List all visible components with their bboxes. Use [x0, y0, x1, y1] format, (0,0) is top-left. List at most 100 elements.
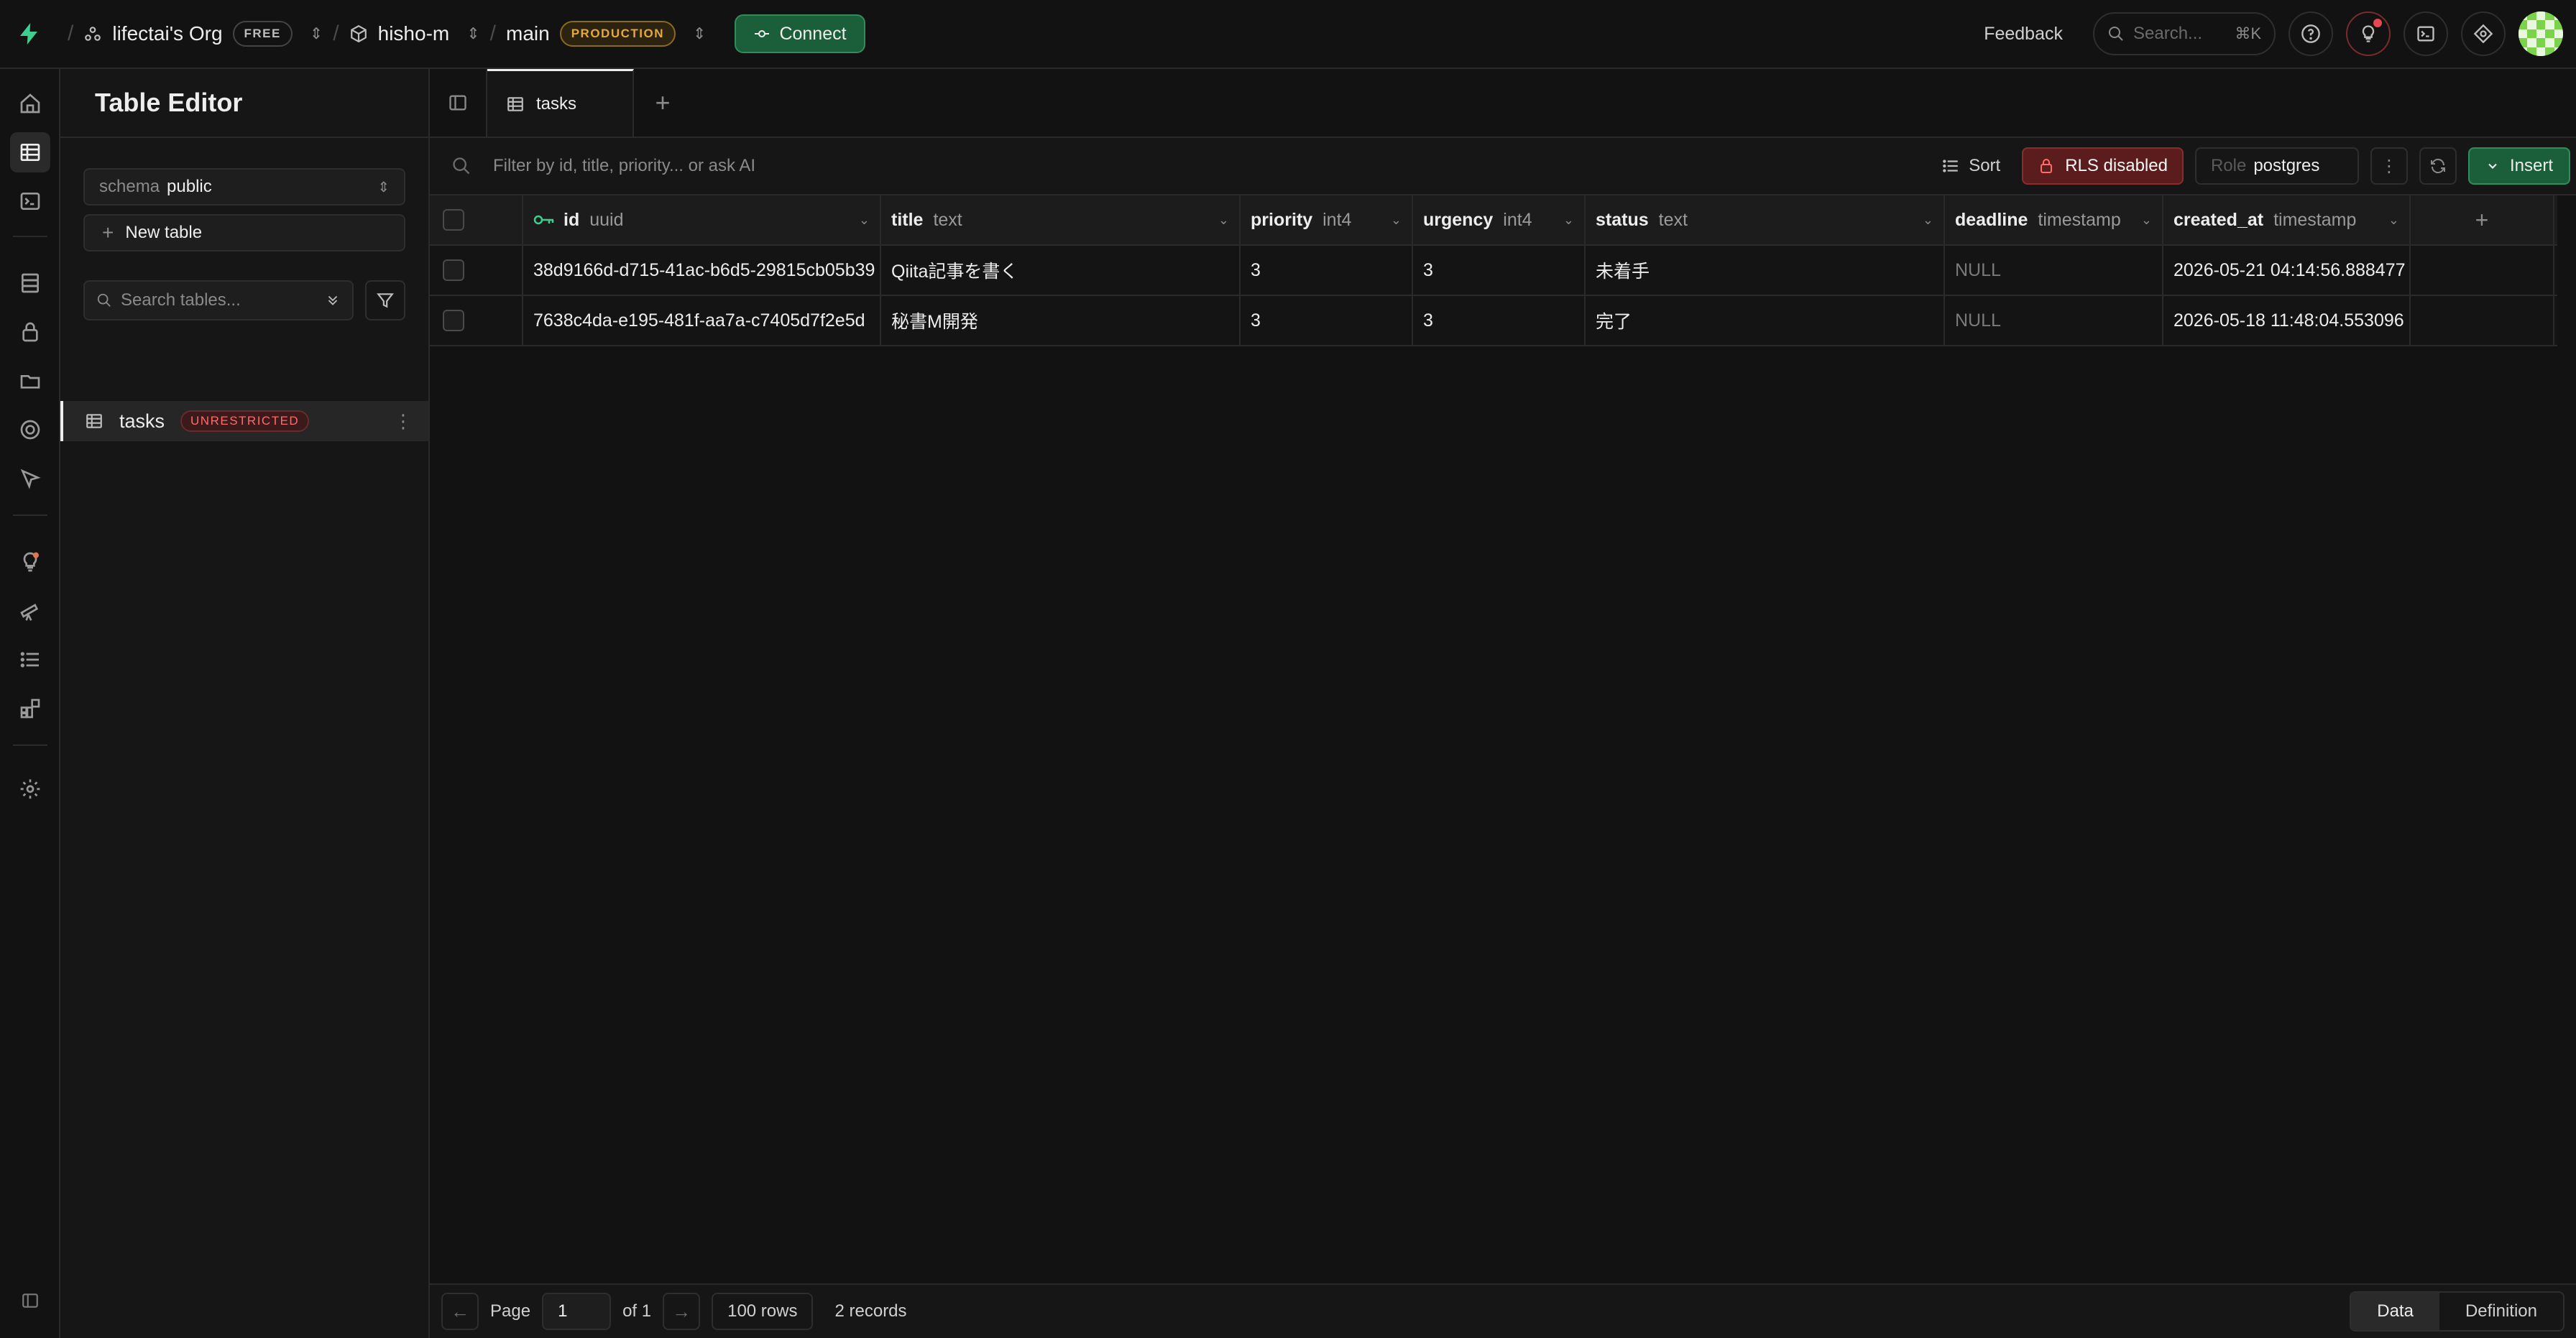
add-column-button[interactable]: +	[2411, 195, 2554, 244]
advisor-button[interactable]	[2346, 11, 2391, 56]
sidebar-item-tasks[interactable]: tasks UNRESTRICTED ⋮	[60, 401, 428, 441]
row-checkbox[interactable]	[443, 259, 464, 281]
avatar[interactable]	[2518, 11, 2563, 56]
chevrons-down-icon[interactable]	[325, 292, 341, 308]
assistant-button[interactable]	[2461, 11, 2506, 56]
filter-input[interactable]: Filter by id, title, priority... or ask …	[493, 156, 755, 176]
chevron-down-icon[interactable]: ⌄	[2388, 213, 2399, 228]
more-options-button[interactable]: ⋮	[2370, 147, 2408, 185]
new-table-button[interactable]: + New table	[83, 214, 405, 252]
row-checkbox[interactable]	[443, 310, 464, 331]
connect-button[interactable]: Connect	[735, 14, 865, 53]
cell-status[interactable]: 未着手	[1586, 246, 1945, 295]
observability-icon[interactable]	[10, 591, 50, 631]
sql-editor-icon[interactable]	[10, 181, 50, 221]
chevron-down-icon[interactable]: ⌄	[1218, 213, 1229, 228]
chevron-down-icon[interactable]: ⌄	[1563, 213, 1574, 228]
view-data-button[interactable]: Data	[2351, 1293, 2439, 1330]
role-label: Role	[2210, 156, 2247, 175]
breadcrumb-separator: /	[333, 22, 339, 45]
org-switcher[interactable]: lifectai's Org FREE ⇕	[83, 21, 323, 47]
insert-button[interactable]: Insert	[2467, 147, 2570, 185]
column-header-created-at[interactable]: created_at timestamp ⌄	[2163, 195, 2411, 244]
add-tab-button[interactable]: +	[634, 69, 691, 137]
global-search[interactable]: Search... ⌘K	[2093, 12, 2276, 55]
table-name: tasks	[119, 410, 165, 432]
help-button[interactable]	[2288, 11, 2333, 56]
plug-icon	[753, 25, 770, 42]
schema-selector[interactable]: schema public ⇕	[83, 168, 405, 206]
cell-status[interactable]: 完了	[1586, 296, 1945, 345]
select-all-checkbox[interactable]	[443, 209, 464, 231]
cell-deadline[interactable]: NULL	[1945, 296, 2163, 345]
search-tables-input[interactable]: Search tables...	[83, 280, 354, 320]
auth-lock-icon[interactable]	[10, 312, 50, 352]
cell-priority[interactable]: 3	[1241, 296, 1413, 345]
filter-button[interactable]	[365, 280, 405, 320]
feedback-button[interactable]: Feedback	[1984, 24, 2063, 45]
settings-gear-icon[interactable]	[10, 769, 50, 809]
table-icon	[85, 412, 104, 430]
chevron-down-icon[interactable]: ⌄	[859, 213, 870, 228]
column-header-urgency[interactable]: urgency int4 ⌄	[1413, 195, 1586, 244]
cell-title[interactable]: Qiita記事を書く	[881, 246, 1241, 295]
column-header-deadline[interactable]: deadline timestamp ⌄	[1945, 195, 2163, 244]
branch-switcher[interactable]: main PRODUCTION ⇕	[506, 21, 706, 47]
advisors-icon[interactable]	[10, 542, 50, 582]
role-selector[interactable]: Role postgres	[2194, 147, 2359, 185]
column-header-title[interactable]: title text ⌄	[881, 195, 1241, 244]
realtime-icon[interactable]	[10, 458, 50, 499]
database-icon[interactable]	[10, 263, 50, 303]
cell-title[interactable]: 秘書M開発	[881, 296, 1241, 345]
cell-deadline[interactable]: NULL	[1945, 246, 2163, 295]
main-area: tasks + Filter by id, title, priority...…	[430, 69, 2576, 1338]
refresh-button[interactable]	[2419, 147, 2457, 185]
prev-page-button[interactable]: ←	[441, 1293, 479, 1330]
logs-list-icon[interactable]	[10, 640, 50, 680]
tab-tasks[interactable]: tasks	[487, 69, 634, 137]
chevron-down-icon[interactable]: ⌄	[1391, 213, 1402, 228]
column-header-status[interactable]: status text ⌄	[1586, 195, 1945, 244]
cell-urgency[interactable]: 3	[1413, 296, 1586, 345]
collapse-sidebar-icon[interactable]	[10, 1281, 50, 1321]
chevron-down-icon[interactable]: ⌄	[2141, 213, 2152, 228]
cell-created-at[interactable]: 2026-05-21 04:14:56.888477	[2163, 246, 2411, 295]
sort-button[interactable]: Sort	[1931, 147, 2010, 185]
view-definition-button[interactable]: Definition	[2439, 1293, 2563, 1330]
rls-disabled-button[interactable]: RLS disabled	[2022, 147, 2184, 185]
chevron-down-icon[interactable]: ⌄	[1923, 213, 1933, 228]
supabase-logo-icon[interactable]	[0, 0, 58, 68]
storage-icon[interactable]	[10, 361, 50, 401]
column-header-id[interactable]: id uuid ⌄	[523, 195, 881, 244]
notification-dot	[2373, 19, 2382, 27]
cell-id[interactable]: 7638c4da-e195-481f-aa7a-c7405d7f2e5d	[523, 296, 881, 345]
column-header-priority[interactable]: priority int4 ⌄	[1241, 195, 1413, 244]
more-vertical-icon[interactable]: ⋮	[394, 410, 413, 433]
environment-badge: PRODUCTION	[559, 21, 676, 47]
insert-label: Insert	[2509, 156, 2553, 175]
toggle-sidebar-button[interactable]	[430, 69, 487, 137]
next-page-button[interactable]: →	[663, 1293, 701, 1330]
edge-functions-icon[interactable]	[10, 410, 50, 450]
sidebar-title: Table Editor	[60, 69, 428, 138]
breadcrumb-separator: /	[489, 22, 497, 45]
cell-priority[interactable]: 3	[1241, 246, 1413, 295]
column-type: int4	[1322, 209, 1352, 230]
empty-cell	[2411, 246, 2554, 295]
project-switcher[interactable]: hisho-m ⇕	[349, 22, 480, 45]
table-row[interactable]: 38d9166d-d715-41ac-b6d5-29815cb05b39 Qii…	[430, 246, 2557, 296]
page-number-input[interactable]	[542, 1293, 612, 1330]
cell-id[interactable]: 38d9166d-d715-41ac-b6d5-29815cb05b39	[523, 246, 881, 295]
home-icon[interactable]	[10, 83, 50, 124]
cell-urgency[interactable]: 3	[1413, 246, 1586, 295]
table-row[interactable]: 7638c4da-e195-481f-aa7a-c7405d7f2e5d 秘書M…	[430, 296, 2557, 346]
rail-divider	[13, 236, 47, 237]
breadcrumb-separator: /	[68, 22, 74, 45]
table-editor-icon[interactable]	[10, 132, 50, 172]
cell-created-at[interactable]: 2026-05-18 11:48:04.553096	[2163, 296, 2411, 345]
integrations-icon[interactable]	[10, 688, 50, 729]
sql-terminal-button[interactable]	[2404, 11, 2448, 56]
org-name: lifectai's Org	[112, 22, 223, 45]
column-name: priority	[1251, 209, 1313, 230]
rows-per-page-button[interactable]: 100 rows	[712, 1293, 814, 1330]
